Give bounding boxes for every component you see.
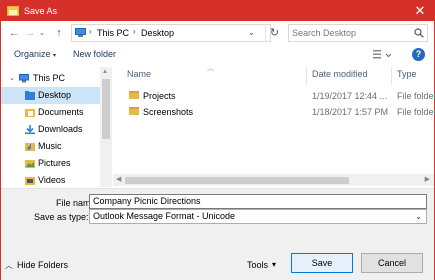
search-input[interactable]: Search Desktop bbox=[288, 24, 428, 42]
file-type: File folder bbox=[397, 107, 435, 117]
folder-icon bbox=[129, 107, 139, 115]
recent-locations-button[interactable]: ⌄ bbox=[37, 25, 47, 41]
tree-item-desktop[interactable]: Desktop bbox=[1, 87, 100, 104]
organize-button[interactable]: Organize ▾ bbox=[14, 49, 56, 59]
chevron-down-icon[interactable]: ⌄ bbox=[415, 210, 422, 223]
address-bar[interactable]: › This PC › Desktop bbox=[71, 24, 271, 42]
save-button[interactable]: Save bbox=[291, 253, 353, 273]
breadcrumb-this-pc[interactable]: This PC bbox=[97, 28, 129, 38]
computer-icon bbox=[75, 28, 86, 37]
scrollbar-thumb[interactable] bbox=[102, 79, 110, 139]
new-folder-button[interactable]: New folder bbox=[73, 49, 116, 59]
back-button[interactable]: ← bbox=[7, 25, 21, 41]
tree-item-videos[interactable]: Videos bbox=[1, 172, 100, 187]
computer-icon bbox=[19, 74, 29, 83]
column-header-name[interactable]: Name bbox=[127, 69, 151, 79]
save-as-type-select[interactable]: Outlook Message Format - Unicode ⌄ bbox=[89, 209, 427, 224]
column-divider[interactable] bbox=[391, 67, 392, 85]
tree-item-label: This PC bbox=[33, 73, 66, 83]
help-icon[interactable]: ? bbox=[412, 48, 425, 61]
breadcrumb-separator: › bbox=[133, 27, 136, 36]
file-date: 1/19/2017 12:44 ... bbox=[312, 91, 388, 101]
sort-ascending-icon: ︿ bbox=[207, 65, 214, 72]
tree-item-label: Documents bbox=[38, 107, 84, 117]
navigation-pane: ⌄ This PC Desktop Documents Downloads Mu… bbox=[1, 67, 113, 187]
chevron-up-icon: ︿ bbox=[5, 261, 13, 270]
file-name: Screenshots bbox=[143, 107, 194, 117]
cancel-button[interactable]: Cancel bbox=[361, 253, 423, 273]
chevron-down-icon[interactable]: ⌄ bbox=[248, 25, 258, 41]
music-icon bbox=[25, 143, 35, 151]
list-item[interactable]: Projects 1/19/2017 12:44 ... File folder bbox=[113, 88, 435, 104]
chevron-down-icon[interactable]: ⌄ bbox=[9, 70, 15, 87]
command-toolbar: Organize ▾ New folder ? bbox=[1, 45, 434, 65]
breadcrumb-separator: › bbox=[89, 27, 92, 36]
tree-item-label: Pictures bbox=[38, 158, 71, 168]
column-header-date-modified[interactable]: Date modified bbox=[312, 69, 368, 79]
tree-item-downloads[interactable]: Downloads bbox=[1, 121, 100, 138]
folder-icon bbox=[7, 6, 19, 16]
horizontal-scrollbar[interactable]: ◀ ▶ bbox=[113, 174, 434, 186]
file-type: File folder bbox=[397, 91, 435, 101]
save-as-dialog: Save As ✕ ← → ⌄ ↑ › This PC › Desktop ⌄ … bbox=[0, 0, 435, 280]
scrollbar-thumb[interactable] bbox=[125, 177, 349, 184]
window-title: Save As bbox=[24, 6, 58, 16]
save-options-panel: File name: Company Picnic Directions Sav… bbox=[1, 188, 434, 280]
file-list: ︿ Name Date modified Type Projects 1/19/… bbox=[113, 65, 435, 187]
tree-item-label: Music bbox=[38, 141, 62, 151]
file-name: Projects bbox=[143, 91, 176, 101]
save-as-type-label: Save as type: bbox=[34, 212, 89, 222]
tree-item-label: Desktop bbox=[38, 90, 72, 100]
pictures-icon bbox=[25, 160, 35, 168]
search-icon bbox=[414, 28, 424, 38]
tree-item-pictures[interactable]: Pictures bbox=[1, 155, 100, 172]
folder-icon bbox=[129, 91, 139, 99]
close-button[interactable]: ✕ bbox=[412, 3, 428, 19]
up-button[interactable]: ↑ bbox=[52, 25, 66, 41]
title-bar: Save As ✕ bbox=[1, 1, 434, 21]
breadcrumb-desktop[interactable]: Desktop bbox=[141, 28, 174, 38]
scroll-left-icon[interactable]: ◀ bbox=[116, 175, 121, 183]
downloads-icon bbox=[25, 125, 35, 134]
scroll-up-icon[interactable]: ▲ bbox=[102, 69, 108, 75]
tools-button[interactable]: Tools ▾ bbox=[247, 260, 276, 270]
tree-item-documents[interactable]: Documents bbox=[1, 104, 100, 121]
scroll-right-icon[interactable]: ▶ bbox=[425, 175, 430, 183]
column-header-type[interactable]: Type bbox=[397, 69, 417, 79]
file-name-input[interactable]: Company Picnic Directions bbox=[89, 194, 427, 209]
documents-icon bbox=[25, 109, 35, 117]
view-options-icon[interactable] bbox=[373, 49, 391, 61]
videos-icon bbox=[25, 177, 35, 185]
address-row: ← → ⌄ ↑ › This PC › Desktop ⌄ ↻ Search D… bbox=[1, 22, 434, 44]
save-as-type-value: Outlook Message Format - Unicode bbox=[93, 211, 236, 221]
tree-item-label: Downloads bbox=[38, 124, 83, 134]
tools-label: Tools bbox=[247, 260, 269, 270]
tree-item-this-pc[interactable]: ⌄ This PC bbox=[1, 70, 100, 87]
tree-item-music[interactable]: Music bbox=[1, 138, 100, 155]
hide-folders-label: Hide Folders bbox=[17, 260, 69, 270]
forward-button[interactable]: → bbox=[23, 25, 37, 41]
search-placeholder: Search Desktop bbox=[292, 28, 357, 38]
column-divider[interactable] bbox=[306, 67, 307, 85]
tree-item-label: Videos bbox=[38, 175, 66, 185]
desktop-folder-icon bbox=[25, 91, 35, 100]
refresh-button[interactable]: ↻ bbox=[265, 24, 283, 42]
file-date: 1/18/2017 1:57 PM bbox=[312, 107, 389, 117]
list-item[interactable]: Screenshots 1/18/2017 1:57 PM File folde… bbox=[113, 104, 435, 120]
navigation-scrollbar[interactable]: ▲ bbox=[100, 67, 112, 187]
dropdown-arrow-icon: ▾ bbox=[272, 260, 277, 269]
